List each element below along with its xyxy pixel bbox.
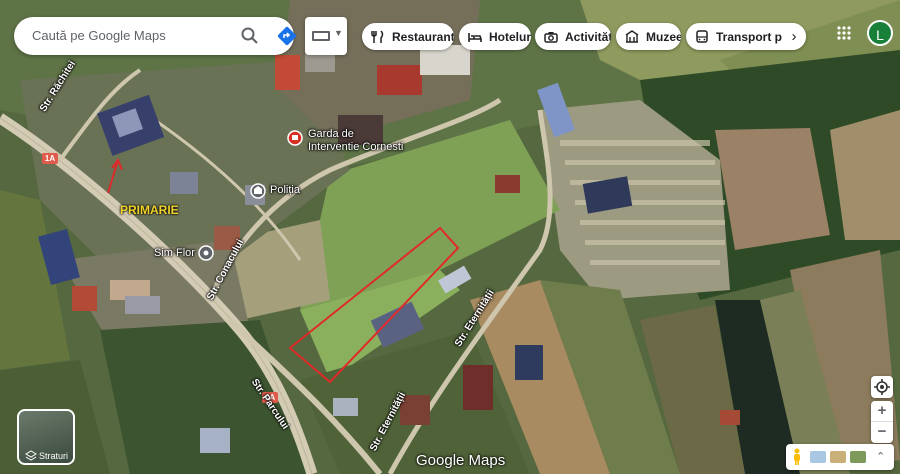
fork-knife-icon [371,29,384,43]
chevron-up-icon[interactable]: ⌃ [876,450,885,463]
bed-icon [468,32,482,42]
map-canvas[interactable]: 1A 1A Str. Răchitei Str. Conacului Str. … [0,0,900,474]
search-placeholder[interactable]: Caută pe Google Maps [32,28,166,43]
garda-pin-icon[interactable] [287,130,303,146]
chip-restaurants[interactable]: Restaurante [362,23,454,50]
chip-hotels[interactable]: Hoteluri [459,23,531,50]
poi-label-politia[interactable]: Poliția [270,184,300,196]
map-type-select[interactable]: ▼ [305,17,347,55]
satellite-imagery[interactable] [0,0,900,474]
zoom-in-button[interactable]: + [871,401,893,422]
imagery-thumbnail[interactable] [810,451,826,463]
road-shield-1a: 1A [42,153,58,164]
chip-label: Restaurante [392,29,454,44]
avatar[interactable]: L [867,20,893,46]
chip-museums[interactable]: Muzee [616,23,681,50]
chip-label: Muzee [646,29,681,44]
search-box[interactable]: Caută pe Google Maps [14,17,297,55]
primarie-annotation: PRIMARIE [120,203,179,217]
imagery-strip: ⌃ [786,444,894,470]
google-maps-logo: Google Maps [416,452,506,469]
imagery-thumbnail[interactable] [830,451,846,463]
chip-label: Hoteluri [489,29,531,44]
layers-button[interactable]: Straturi [17,409,75,465]
layers-label: Straturi [39,451,69,461]
museum-icon [625,29,639,43]
camera-icon [544,31,558,43]
poi-label-simflor[interactable]: Sim Flor [154,247,195,259]
chevron-right-icon: › [791,28,797,45]
poi-label-garda[interactable]: Garda de Interventie Cornesti [308,128,408,154]
apps-grid-icon[interactable] [836,25,852,41]
keyboard-icon [312,31,330,41]
chip-label: Activități [565,29,611,44]
my-location-button[interactable] [871,376,893,398]
chip-activities[interactable]: Activități [535,23,611,50]
police-icon[interactable] [250,183,266,199]
search-icon[interactable] [240,26,260,46]
imagery-thumbnail[interactable] [850,451,866,463]
layers-icon [25,450,37,461]
zoom-control: + − [871,401,893,443]
pegman-icon[interactable] [792,448,802,466]
shop-pin-icon[interactable] [198,245,214,261]
chevron-down-icon: ▼ [334,28,343,38]
directions-icon[interactable] [276,25,298,47]
location-target-icon [874,379,890,395]
zoom-out-button[interactable]: − [871,422,893,443]
bus-icon [696,29,708,43]
